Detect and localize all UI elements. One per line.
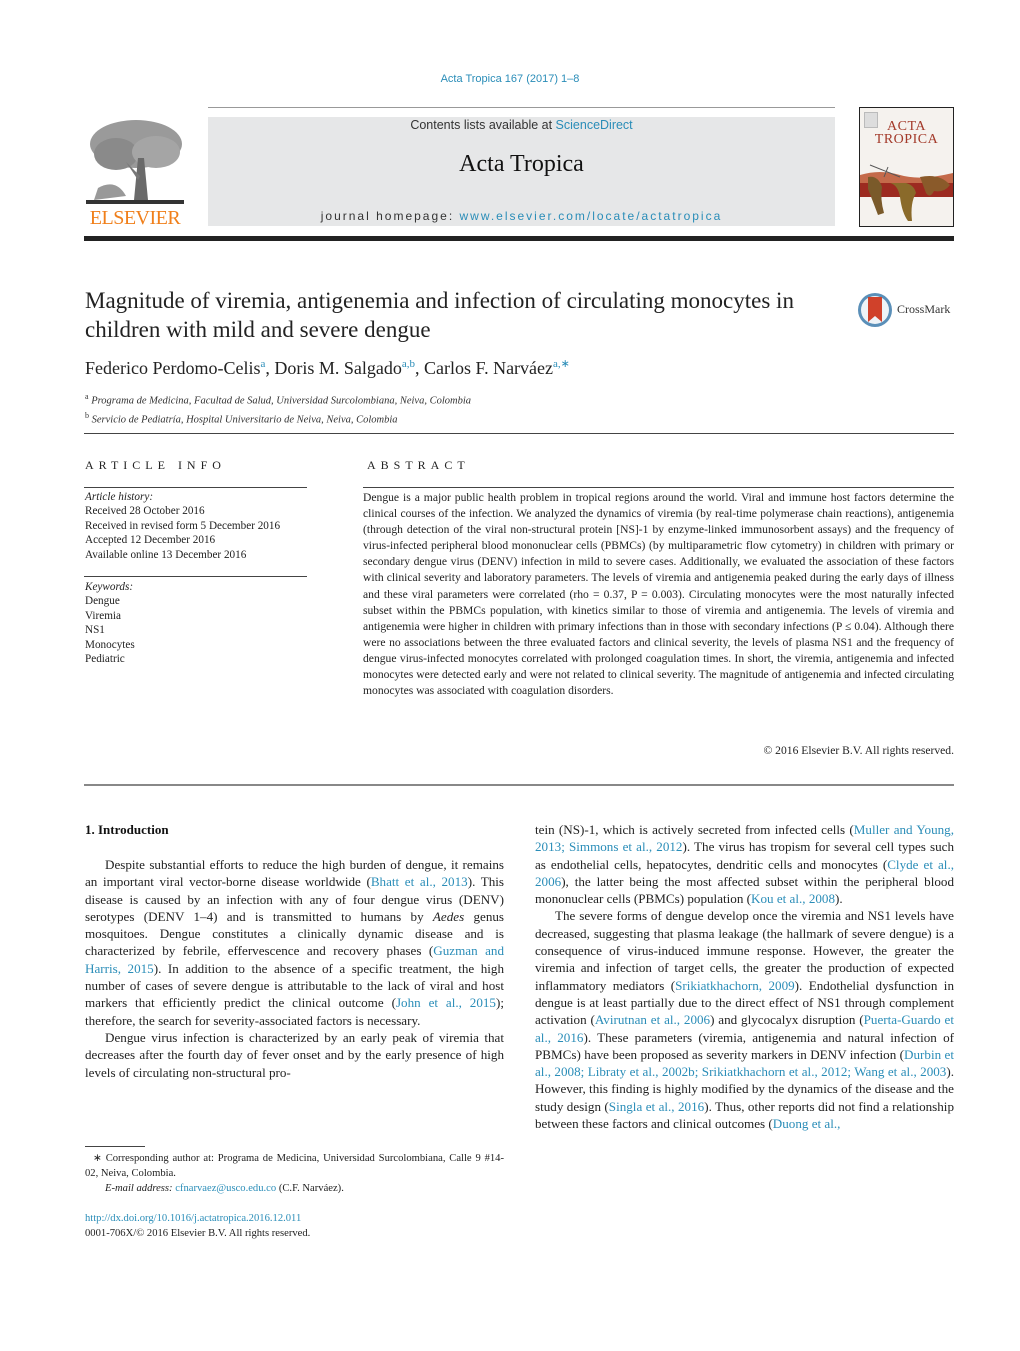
title-divider	[84, 433, 954, 434]
email-link[interactable]: cfnarvaez@usco.edu.co	[175, 1183, 276, 1194]
history-item: Available online 13 December 2016	[85, 548, 247, 561]
author[interactable]: Federico Perdomo-Celisa	[85, 358, 265, 378]
article-history: Article history: Received 28 October 201…	[85, 490, 280, 562]
citation-link[interactable]: John et al., 2015	[396, 995, 496, 1010]
doi-block: http://dx.doi.org/10.1016/j.actatropica.…	[85, 1211, 310, 1241]
footnote-corresponding: ∗ Corresponding author at: Programa de M…	[85, 1153, 504, 1179]
body-column-right: tein (NS)-1, which is actively secreted …	[535, 821, 954, 1132]
affiliation-item: a Programa de Medicina, Facultad de Salu…	[85, 390, 471, 409]
keyword-item: Pediatric	[85, 653, 125, 666]
cover-title: ACTA TROPICA	[860, 120, 953, 147]
affiliation-mark: b	[85, 410, 89, 420]
text-run: ). These parameters (viremia, antigenemi…	[535, 1029, 954, 1062]
doi-link[interactable]: http://dx.doi.org/10.1016/j.actatropica.…	[85, 1213, 301, 1224]
paragraph: Despite substantial efforts to reduce th…	[85, 856, 504, 1029]
body-column-left: Despite substantial efforts to reduce th…	[85, 856, 504, 1081]
elsevier-tree-icon	[86, 118, 184, 206]
article-info-heading: ARTICLE INFO	[85, 458, 226, 472]
citation-link[interactable]: Bhatt et al., 2013	[371, 874, 468, 889]
elsevier-logo[interactable]: ELSEVIER	[84, 118, 186, 230]
crossmark-button[interactable]: CrossMark	[857, 290, 957, 330]
crossmark-label: CrossMark	[897, 302, 951, 316]
text-run: ) and glycocalyx disruption (	[710, 1012, 864, 1028]
keyword-item: Dengue	[85, 595, 120, 608]
paragraph: Dengue virus infection is characterized …	[85, 1029, 504, 1081]
masthead-heavy-rule	[84, 236, 954, 241]
corresponding-author-footnote: ∗ Corresponding author at: Programa de M…	[85, 1151, 504, 1196]
history-item: Received in revised form 5 December 2016	[85, 519, 281, 532]
author[interactable]: Doris M. Salgadoa,b	[274, 358, 415, 378]
footnote-rule	[85, 1146, 145, 1147]
keyword-item: NS1	[85, 624, 105, 637]
history-item: Accepted 12 December 2016	[85, 534, 216, 547]
text-run: ), the latter being the most affected su…	[535, 873, 954, 907]
journal-masthead: Contents lists available at ScienceDirec…	[208, 117, 835, 226]
citation-link[interactable]: Avirutnan et al., 2006	[595, 1012, 710, 1027]
author-list: Federico Perdomo-Celisa, Doris M. Salgad…	[85, 357, 570, 379]
author-separator: ,	[265, 358, 275, 378]
keywords-rule	[84, 576, 307, 577]
cover-world-map-icon	[860, 164, 953, 221]
affiliations: a Programa de Medicina, Facultad de Salu…	[85, 390, 471, 427]
footnote-email-line: E-mail address: cfnarvaez@usco.edu.co (C…	[85, 1181, 504, 1196]
email-suffix: (C.F. Narváez).	[276, 1183, 344, 1194]
homepage-link[interactable]: www.elsevier.com/locate/actatropica	[460, 209, 723, 223]
author-name: Doris M. Salgado	[274, 358, 402, 378]
front-matter-divider	[84, 784, 954, 786]
issn-copyright: 0001-706X/© 2016 Elsevier B.V. All right…	[85, 1228, 311, 1239]
author[interactable]: Carlos F. Narváeza,∗	[424, 358, 570, 378]
contents-line: Contents lists available at ScienceDirec…	[208, 118, 835, 132]
section-heading-introduction: 1. Introduction	[85, 822, 169, 837]
author-affiliation-mark[interactable]: a,∗	[553, 358, 570, 370]
text-run: ).	[835, 891, 843, 907]
citation-link[interactable]: Kou et al., 2008	[751, 891, 835, 906]
affiliation-text: Programa de Medicina, Facultad de Salud,…	[91, 395, 471, 407]
abstract-copyright: © 2016 Elsevier B.V. All rights reserved…	[763, 744, 954, 757]
author-affiliation-mark[interactable]: a,b	[402, 358, 415, 370]
homepage-line: journal homepage: www.elsevier.com/locat…	[208, 209, 835, 223]
abstract-heading: ABSTRACT	[367, 458, 470, 472]
author-name: Carlos F. Narváez	[424, 358, 554, 378]
article-history-label: Article history:	[85, 491, 154, 503]
affiliation-item: b Servicio de Pediatría, Hospital Univer…	[85, 409, 471, 428]
citation-link[interactable]: Srikiatkhachorn, 2009	[675, 978, 795, 993]
paragraph: The severe forms of dengue develop once …	[535, 907, 954, 1132]
paragraph: tein (NS)-1, which is actively secreted …	[535, 821, 954, 907]
italic-term: Aedes	[432, 908, 465, 924]
keywords: Keywords: Dengue Viremia NS1 Monocytes P…	[85, 580, 135, 666]
citation-link[interactable]: Duong et al.,	[773, 1116, 841, 1131]
abstract-rule	[363, 487, 954, 488]
elsevier-wordmark: ELSEVIER	[89, 207, 181, 229]
header-rule	[208, 107, 835, 108]
author-separator: ,	[415, 358, 424, 378]
affiliation-mark: a	[85, 392, 89, 401]
abstract-text: Dengue is a major public health problem …	[363, 491, 954, 698]
contents-prefix: Contents lists available at	[410, 118, 556, 132]
journal-reference[interactable]: Acta Tropica 167 (2017) 1–8	[0, 73, 1020, 85]
affiliation-text: Servicio de Pediatría, Hospital Universi…	[91, 414, 398, 425]
homepage-prefix: journal homepage:	[320, 209, 460, 223]
text-run: tein (NS)-1, which is actively secreted …	[535, 822, 854, 837]
author-name: Federico Perdomo-Celis	[85, 358, 261, 378]
sciencedirect-link[interactable]: ScienceDirect	[556, 118, 633, 132]
keyword-item: Monocytes	[85, 638, 135, 651]
article-info-rule	[84, 487, 307, 488]
journal-cover[interactable]: ACTA TROPICA	[859, 107, 954, 227]
journal-title: Acta Tropica	[459, 151, 584, 177]
history-item: Received 28 October 2016	[85, 505, 205, 518]
keywords-label: Keywords:	[85, 581, 134, 593]
citation-link[interactable]: Singla et al., 2016	[609, 1099, 704, 1114]
email-label: E-mail address:	[105, 1183, 176, 1194]
crossmark-icon	[858, 293, 892, 327]
keyword-item: Viremia	[85, 609, 121, 622]
cover-title-line2: TROPICA	[874, 132, 939, 147]
article-title: Magnitude of viremia, antigenemia and in…	[85, 288, 794, 342]
text-run: Dengue virus infection is characterized …	[85, 1029, 504, 1080]
